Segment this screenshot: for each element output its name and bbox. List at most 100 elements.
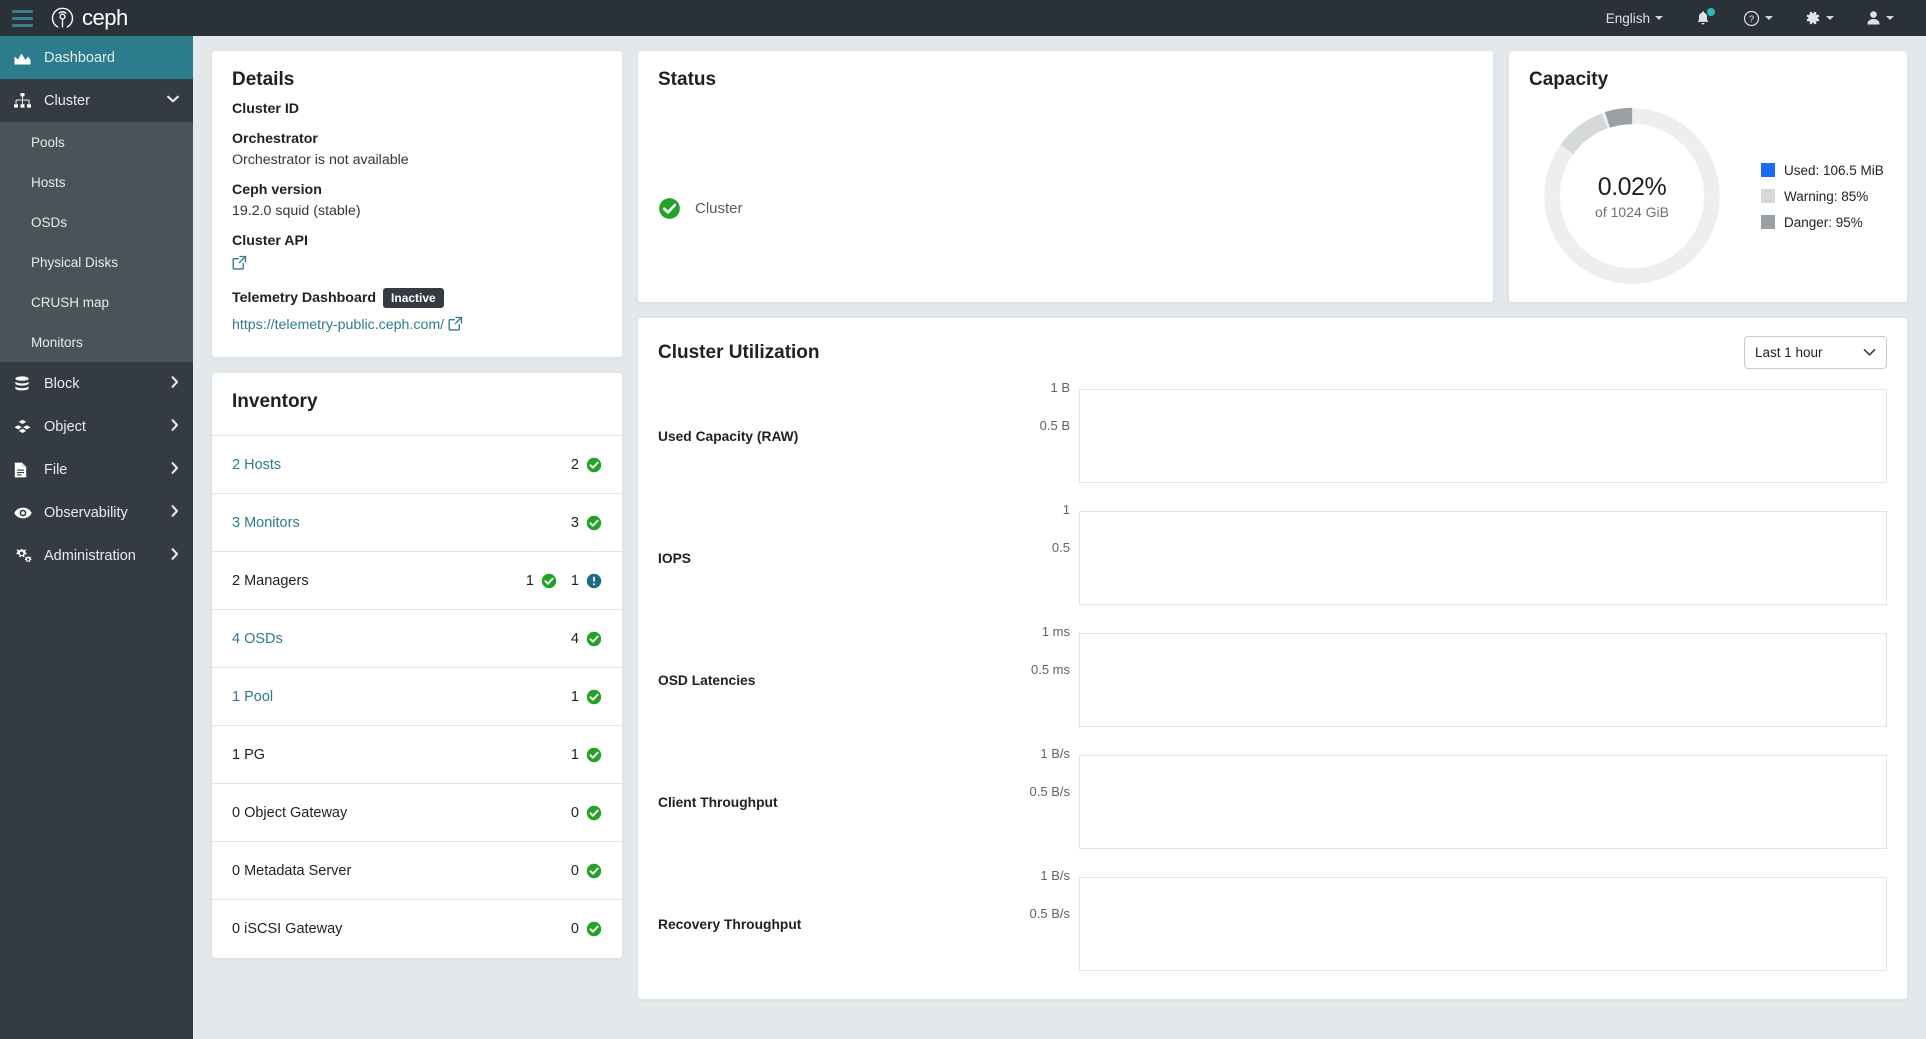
ceph-logo-icon: [51, 7, 74, 28]
chevron-right-icon: [171, 548, 179, 563]
y-tick-top: 1 B: [1050, 380, 1070, 395]
donut-center-labels: 0.02% of 1024 GiB: [1539, 103, 1725, 289]
capacity-body: 0.02% of 1024 GiB Used: 106.5 MiB Warnin…: [1509, 101, 1907, 289]
status-card: Status Cluster: [637, 50, 1494, 303]
utilization-row-label: IOPS: [658, 550, 691, 566]
sidebar-item-label: Administration: [44, 547, 136, 564]
utilization-row-label: Used Capacity (RAW): [658, 428, 799, 444]
check-circle-icon: [586, 747, 602, 762]
sidebar-item-dashboard[interactable]: Dashboard: [0, 36, 193, 79]
ceph-brand-logo[interactable]: ceph: [50, 5, 128, 31]
sidebar-item-object[interactable]: Object: [0, 405, 193, 448]
sidebar-item-pools[interactable]: Pools: [0, 122, 193, 162]
help-menu[interactable]: ?: [1727, 0, 1789, 36]
utilization-sparkline-plot[interactable]: [1079, 511, 1887, 605]
sidebar-item-block[interactable]: Block: [0, 362, 193, 405]
y-tick-mid: 0.5 B: [1039, 418, 1070, 433]
notification-badge-dot: [1707, 7, 1715, 16]
utilization-sparkline-plot[interactable]: [1079, 389, 1887, 483]
sidebar-item-administration[interactable]: Administration: [0, 534, 193, 577]
sidebar-subitem-label: Pools: [31, 134, 65, 150]
details-card-title: Details: [232, 69, 295, 90]
inventory-status: 1: [571, 747, 602, 763]
cluster-api-label: Cluster API: [232, 233, 308, 249]
cluster-id-label: Cluster ID: [232, 101, 300, 117]
cluster-utilization-card: Cluster Utilization Last 1 hour Used Cap…: [637, 317, 1908, 1000]
inventory-status: 0: [571, 805, 602, 821]
chevron-down-icon: [1886, 16, 1894, 20]
telemetry-dashboard-link[interactable]: https://telemetry-public.ceph.com/: [232, 316, 463, 335]
settings-menu[interactable]: [1789, 0, 1850, 36]
sidebar-item-crush-map[interactable]: CRUSH map: [0, 282, 193, 322]
list-item-label[interactable]: 2 Hosts: [232, 457, 557, 473]
utilization-sparkline-plot[interactable]: [1079, 633, 1887, 727]
sidebar-item-label: Observability: [44, 504, 128, 521]
sidebar-item-hosts[interactable]: Hosts: [0, 162, 193, 202]
details-body: Cluster ID Orchestrator Orchestrator is …: [212, 101, 622, 357]
status-capacity-row: Status Cluster Capacity 0.02% of 1024 Gi…: [637, 50, 1908, 303]
inventory-row-osds[interactable]: 4 OSDs 4: [212, 610, 622, 668]
status-count: 0: [570, 921, 579, 937]
sidebar-navigation: Dashboard Cluster Pools Hosts OSDs Physi…: [0, 36, 193, 1039]
inventory-row-iscsi-gateway[interactable]: 0 iSCSI Gateway 0: [212, 900, 622, 958]
chevron-down-icon: [1765, 16, 1773, 20]
sidebar-item-osds[interactable]: OSDs: [0, 202, 193, 242]
status-count: 1: [570, 572, 579, 589]
sidebar-item-monitors[interactable]: Monitors: [0, 322, 193, 362]
capacity-card: Capacity 0.02% of 1024 GiB Used: 106.5 M…: [1508, 50, 1908, 303]
inventory-row-managers[interactable]: 2 Managers 1 1: [212, 552, 622, 610]
status-count: 4: [570, 630, 579, 647]
check-circle-icon: [586, 631, 602, 646]
y-tick-mid: 0.5: [1051, 540, 1070, 555]
check-circle-icon: [586, 689, 602, 704]
y-tick-mid: 0.5 B/s: [1029, 784, 1070, 799]
check-circle-icon: [586, 863, 602, 878]
capacity-percent: 0.02%: [1597, 172, 1667, 201]
inventory-row-monitors[interactable]: 3 Monitors 3: [212, 494, 622, 552]
utilization-row-used-capacity-raw: Used Capacity (RAW) 1 B 0.5 B: [658, 380, 1887, 485]
hamburger-menu-icon[interactable]: [0, 0, 44, 36]
list-item-label[interactable]: 1 Pool: [232, 689, 557, 705]
status-count: 1: [525, 572, 534, 589]
inventory-status: 1: [526, 573, 557, 589]
sidebar-item-label: Cluster: [44, 92, 90, 109]
list-item-label[interactable]: 4 OSDs: [232, 631, 557, 647]
utilization-row-osd-latencies: OSD Latencies 1 ms 0.5 ms: [658, 624, 1887, 729]
list-item-label: 0 iSCSI Gateway: [232, 921, 343, 937]
inventory-row-object-gateway[interactable]: 0 Object Gateway 0: [212, 784, 622, 842]
utilization-y-axis: 1 B 0.5 B: [1004, 380, 1079, 485]
inventory-status: 0: [571, 921, 602, 937]
notifications-button[interactable]: [1679, 0, 1727, 36]
time-range-select[interactable]: Last 1 hour: [1744, 336, 1887, 369]
cubes-icon: [14, 419, 36, 434]
utilization-sparkline-plot[interactable]: [1079, 755, 1887, 849]
brand-title: ceph: [82, 5, 128, 30]
legend-label: Warning: 85%: [1784, 188, 1869, 204]
sidebar-subitem-label: CRUSH map: [31, 294, 110, 310]
list-item-label[interactable]: 3 Monitors: [232, 515, 557, 531]
cluster-submenu: Pools Hosts OSDs Physical Disks CRUSH ma…: [0, 122, 193, 362]
inventory-row-metadata-server[interactable]: 0 Metadata Server 0: [212, 842, 622, 900]
list-item-label: 0 Metadata Server: [232, 862, 352, 879]
inventory-status-secondary: 1: [571, 573, 602, 589]
sidebar-item-file[interactable]: File: [0, 448, 193, 491]
inventory-row-hosts[interactable]: 2 Hosts 2: [212, 436, 622, 494]
check-circle-icon: [541, 573, 557, 588]
user-menu[interactable]: [1850, 0, 1910, 36]
utilization-sparkline-plot[interactable]: [1079, 877, 1887, 971]
dashboard-grid: Details Cluster ID Orchestrator Orchestr…: [211, 50, 1908, 1000]
sidebar-item-physical-disks[interactable]: Physical Disks: [0, 242, 193, 282]
bell-icon: [1695, 7, 1715, 27]
external-link-icon: [448, 316, 463, 335]
telemetry-url-text: https://telemetry-public.ceph.com/: [232, 317, 445, 333]
cluster-api-link[interactable]: [232, 255, 247, 272]
language-selector[interactable]: English: [1590, 0, 1679, 36]
sidebar-item-observability[interactable]: Observability: [0, 491, 193, 534]
status-count: 0: [570, 804, 579, 821]
inventory-row-pg[interactable]: 1 PG 1: [212, 726, 622, 784]
status-count: 3: [570, 514, 579, 531]
legend-label: Danger: 95%: [1784, 214, 1863, 230]
sidebar-item-cluster[interactable]: Cluster: [0, 79, 193, 122]
gear-icon: [1806, 11, 1820, 25]
inventory-row-pool[interactable]: 1 Pool 1: [212, 668, 622, 726]
